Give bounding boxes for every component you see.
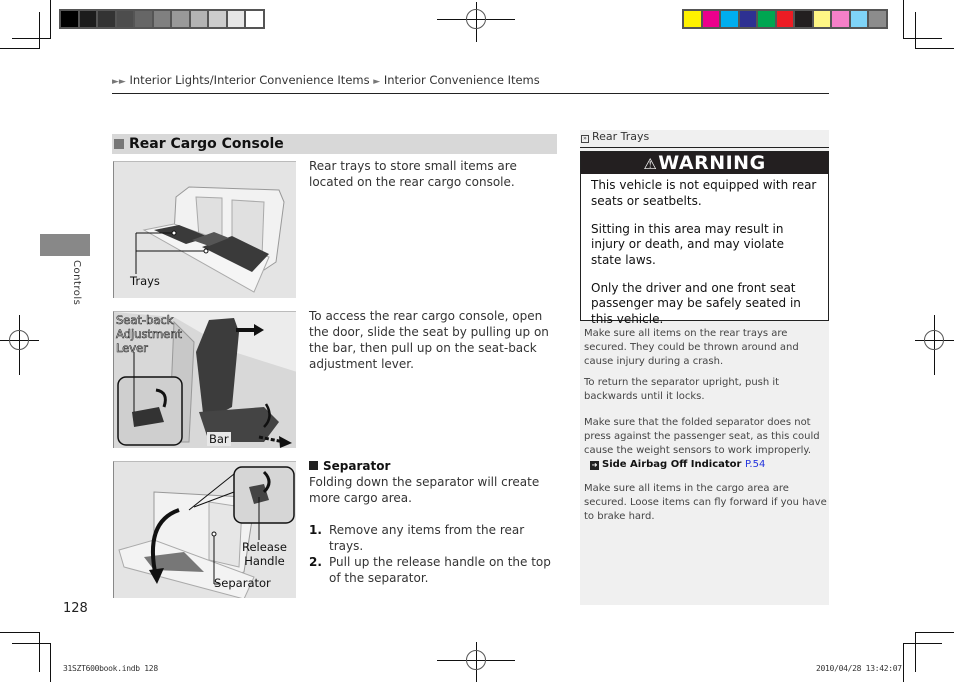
section-square-icon — [114, 139, 124, 149]
color-swatch — [135, 11, 152, 27]
separator-section: Separator Folding down the separator wil… — [309, 458, 554, 586]
xref-label[interactable]: Side Airbag Off Indicator — [602, 459, 741, 470]
breadcrumb: ►► Interior Lights/Interior Convenience … — [112, 73, 540, 87]
breadcrumb-separator-icon: ► — [373, 77, 381, 87]
color-swatch — [795, 11, 812, 27]
label-line: Adjustment — [116, 327, 183, 342]
xref-page-link[interactable]: P.54 — [745, 459, 765, 470]
label-seat-back-adjustment-lever: Seat-back Adjustment Lever — [116, 313, 183, 356]
note-folded-separator: Make sure that the folded separator does… — [584, 416, 828, 472]
step-text: Remove any items from the rear trays. — [329, 523, 525, 553]
figure-seat-access: Seat-back Adjustment Lever Bar — [113, 311, 296, 448]
step-text: Pull up the release handle on the top of… — [329, 555, 551, 585]
note-folded-separator-text: Make sure that the folded separator does… — [584, 417, 820, 456]
xref-arrow-icon: ➜ — [590, 461, 599, 470]
color-swatch — [227, 11, 244, 27]
warning-header: ⚠WARNING — [581, 152, 828, 174]
color-swatch — [776, 11, 793, 27]
label-release-handle: Release Handle — [242, 540, 287, 568]
note-cargo-area: Make sure all items in the cargo area ar… — [584, 483, 827, 522]
step-item: 1. Remove any items from the rear trays. — [309, 522, 554, 554]
separator-heading: Separator — [309, 458, 554, 474]
figure-separator: Release Handle Separator — [113, 461, 296, 598]
separator-steps: 1. Remove any items from the rear trays. … — [309, 522, 554, 586]
breadcrumb-marker-icon: ►► — [112, 77, 126, 87]
color-swatch — [153, 11, 170, 27]
chapter-tab — [40, 234, 90, 256]
color-swatch — [721, 11, 738, 27]
warning-title: WARNING — [658, 152, 766, 174]
page-number: 128 — [63, 601, 88, 616]
breadcrumb-item[interactable]: Interior Lights/Interior Convenience Ite… — [130, 73, 370, 87]
warning-paragraph: Sitting in this area may result in injur… — [591, 221, 785, 267]
section-heading: Rear Cargo Console — [112, 134, 557, 154]
separator-heading-text: Separator — [323, 459, 391, 473]
label-line: Seat-back — [116, 313, 174, 328]
label-bar: Bar — [207, 432, 231, 446]
header-rule — [112, 93, 829, 94]
section-title: Rear Cargo Console — [129, 136, 284, 152]
reference-icon: » — [581, 135, 589, 143]
slug-file-info: 31SZT600book.indb 128 — [63, 664, 158, 673]
sidebar-ref-title: » Rear Trays — [581, 130, 649, 143]
figure-rear-trays: Trays — [113, 161, 296, 298]
color-swatch — [684, 11, 701, 27]
color-swatch — [79, 11, 96, 27]
separator-intro: Folding down the separator will create m… — [309, 475, 540, 505]
color-swatch — [98, 11, 115, 27]
grayscale-color-bar — [59, 9, 265, 29]
xref-side-airbag-off-indicator[interactable]: ➜ Side Airbag Off Indicator P.54 — [590, 458, 828, 472]
color-swatch — [739, 11, 756, 27]
note-return-separator: To return the separator upright, push it… — [584, 377, 780, 402]
color-swatch — [813, 11, 830, 27]
color-swatch — [246, 11, 263, 27]
breadcrumb-item[interactable]: Interior Convenience Items — [384, 73, 540, 87]
intro-paragraph: Rear trays to store small items are loca… — [309, 159, 517, 189]
process-color-bar — [682, 9, 888, 29]
note-rear-trays: Make sure all items on the rear trays ar… — [584, 328, 799, 367]
color-swatch — [61, 11, 78, 27]
access-paragraph: To access the rear cargo console, open t… — [309, 309, 549, 371]
color-swatch — [832, 11, 849, 27]
label-line: Lever — [116, 341, 148, 356]
warning-body: This vehicle is not equipped with rear s… — [581, 174, 828, 327]
color-swatch — [190, 11, 207, 27]
sidebar-ref-title-text: Rear Trays — [592, 130, 650, 143]
warning-paragraph: This vehicle is not equipped with rear s… — [591, 178, 817, 208]
label-line: Release — [242, 540, 287, 554]
step-number: 1. — [309, 523, 322, 537]
warning-paragraph: Only the driver and one front seat passe… — [591, 280, 801, 326]
step-number: 2. — [309, 555, 322, 569]
label-separator: Separator — [214, 576, 271, 590]
label-trays: Trays — [130, 274, 160, 288]
slug-timestamp: 2010/04/28 13:42:07 — [816, 664, 902, 673]
heading-square-icon — [309, 461, 318, 470]
color-swatch — [869, 11, 886, 27]
color-swatch — [758, 11, 775, 27]
warning-triangle-icon: ⚠ — [643, 155, 658, 173]
color-swatch — [850, 11, 867, 27]
color-swatch — [209, 11, 226, 27]
color-swatch — [702, 11, 719, 27]
color-swatch — [116, 11, 133, 27]
chapter-tab-label: Controls — [71, 260, 82, 306]
step-item: 2. Pull up the release handle on the top … — [309, 554, 554, 586]
label-line: Handle — [244, 554, 285, 568]
warning-box: ⚠WARNING This vehicle is not equipped wi… — [580, 151, 829, 326]
color-swatch — [172, 11, 189, 27]
sidebar-rule — [580, 147, 829, 148]
